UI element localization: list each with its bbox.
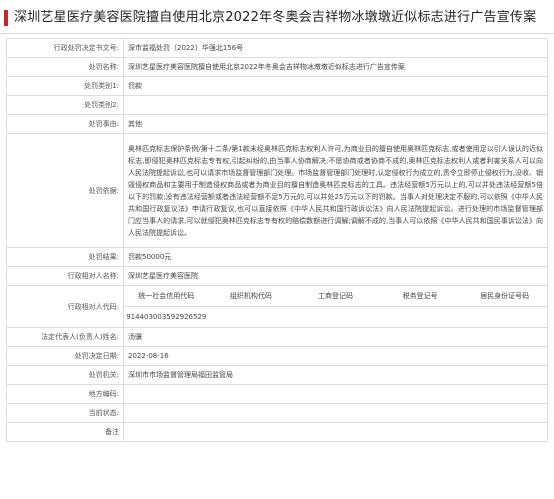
current-status-label: 当前状态: [6, 403, 124, 423]
row-penalty-name: 处罚名称: 深圳艺星医疗美容医院擅自使用北京2022年冬奥会吉祥物冰墩墩近似标志… [6, 57, 548, 77]
row-current-status: 当前状态: [6, 403, 548, 423]
penalty-result-value: 罚款50000元 [123, 247, 548, 267]
code-header-credit-code: 统一社会信用代码 [124, 286, 209, 307]
penalty-basis-value: 奥林匹克标志保护条例/第十二条/第1款未经奥林匹克标志权利人许可,为商业目的擅自… [123, 133, 548, 248]
penalty-type-2-label: 处罚类别2: [6, 95, 124, 115]
penalty-type-2-value [123, 95, 548, 115]
page-header: 深圳艺星医疗美容医院擅自使用北京2022年冬奥会吉祥物冰墩墩近似标志进行广告宣传… [0, 0, 554, 38]
row-penalty-reason: 处罚事由: 其他 [6, 114, 548, 134]
row-penalty-result: 处罚结果: 罚款50000元 [6, 247, 548, 267]
remarks-label: 备注 [6, 422, 124, 442]
code-value-business-reg [293, 307, 378, 327]
code-value-org-code [209, 307, 294, 327]
local-code-label: 地方编码: [6, 384, 124, 404]
party-code-value-row: 914403003592926529 [125, 307, 547, 327]
page-title: 深圳艺星医疗美容医院擅自使用北京2022年冬奥会吉祥物冰墩墩近似标志进行广告宣传… [14, 10, 537, 25]
party-code-label: 行政相对人代码: [6, 285, 124, 328]
penalty-detail-table: 行政处罚决定书文号: 深市监福处罚〔2022〕华强北156号 处罚名称: 深圳艺… [6, 38, 548, 442]
penalty-type-1-label: 处罚类别1: [6, 76, 124, 96]
penalty-authority-label: 处罚机关: [6, 365, 124, 385]
local-code-value [123, 384, 548, 404]
penalty-result-label: 处罚结果: [6, 247, 124, 267]
code-header-org-code: 组织机构代码 [208, 286, 294, 307]
row-penalty-type-2: 处罚类别2: [6, 95, 548, 115]
row-decision-number: 行政处罚决定书文号: 深市监福处罚〔2022〕华强北156号 [6, 38, 548, 58]
row-legal-rep: 法定代表人(负责人)姓名: 汤骥 [6, 327, 548, 347]
decision-number-value: 深市监福处罚〔2022〕华强北156号 [123, 38, 548, 58]
row-local-code: 地方编码: [6, 384, 548, 404]
decision-date-label: 处罚决定日期: [6, 346, 124, 366]
remarks-value [123, 422, 548, 442]
penalty-name-label: 处罚名称: [6, 57, 124, 77]
penalty-name-value: 深圳艺星医疗美容医院擅自使用北京2022年冬奥会吉祥物冰墩墩近似标志进行广告宣传… [123, 57, 548, 77]
header-divider [0, 33, 554, 34]
party-name-value: 深圳艺星医疗美容医院 [123, 266, 548, 286]
code-header-business-reg: 工商登记码 [293, 286, 378, 307]
penalty-basis-label: 处罚依据: [6, 133, 124, 248]
code-value-id-number [462, 307, 546, 327]
code-header-id-number: 居民身份证号码 [462, 286, 547, 307]
legal-rep-value: 汤骥 [123, 327, 548, 347]
legal-rep-label: 法定代表人(负责人)姓名: [6, 327, 124, 347]
row-penalty-basis: 处罚依据: 奥林匹克标志保护条例/第十二条/第1款未经奥林匹克标志权利人许可,为… [6, 133, 548, 248]
penalty-type-1-value: 罚款 [123, 76, 548, 96]
row-penalty-type-1: 处罚类别1: 罚款 [6, 76, 548, 96]
decision-number-label: 行政处罚决定书文号: [6, 38, 124, 58]
row-party-name: 行政相对人名称: 深圳艺星医疗美容医院 [6, 266, 548, 286]
party-name-label: 行政相对人名称: [6, 266, 124, 286]
code-header-tax-reg: 税务登记号 [377, 286, 463, 307]
row-decision-date: 处罚决定日期: 2022-08-16 [6, 346, 548, 366]
code-value-credit-code: 914403003592926529 [126, 313, 207, 321]
decision-date-value: 2022-08-16 [123, 346, 548, 366]
party-code-cell: 统一社会信用代码 组织机构代码 工商登记码 税务登记号 居民身份证号码 9144… [123, 285, 548, 328]
row-party-code: 行政相对人代码: 统一社会信用代码 组织机构代码 工商登记码 税务登记号 居民身… [6, 285, 548, 328]
current-status-value [123, 403, 548, 423]
party-code-header-row: 统一社会信用代码 组织机构代码 工商登记码 税务登记号 居民身份证号码 [124, 286, 547, 307]
penalty-reason-value: 其他 [123, 114, 548, 134]
party-code-table: 统一社会信用代码 组织机构代码 工商登记码 税务登记号 居民身份证号码 9144… [124, 286, 547, 327]
penalty-authority-value: 深圳市市场监督管理局福田监管局 [123, 365, 548, 385]
code-value-tax-reg [378, 307, 463, 327]
row-remarks: 备注 [6, 422, 548, 442]
penalty-reason-label: 处罚事由: [6, 114, 124, 134]
title-accent-bar [4, 10, 8, 26]
row-penalty-authority: 处罚机关: 深圳市市场监督管理局福田监管局 [6, 365, 548, 385]
